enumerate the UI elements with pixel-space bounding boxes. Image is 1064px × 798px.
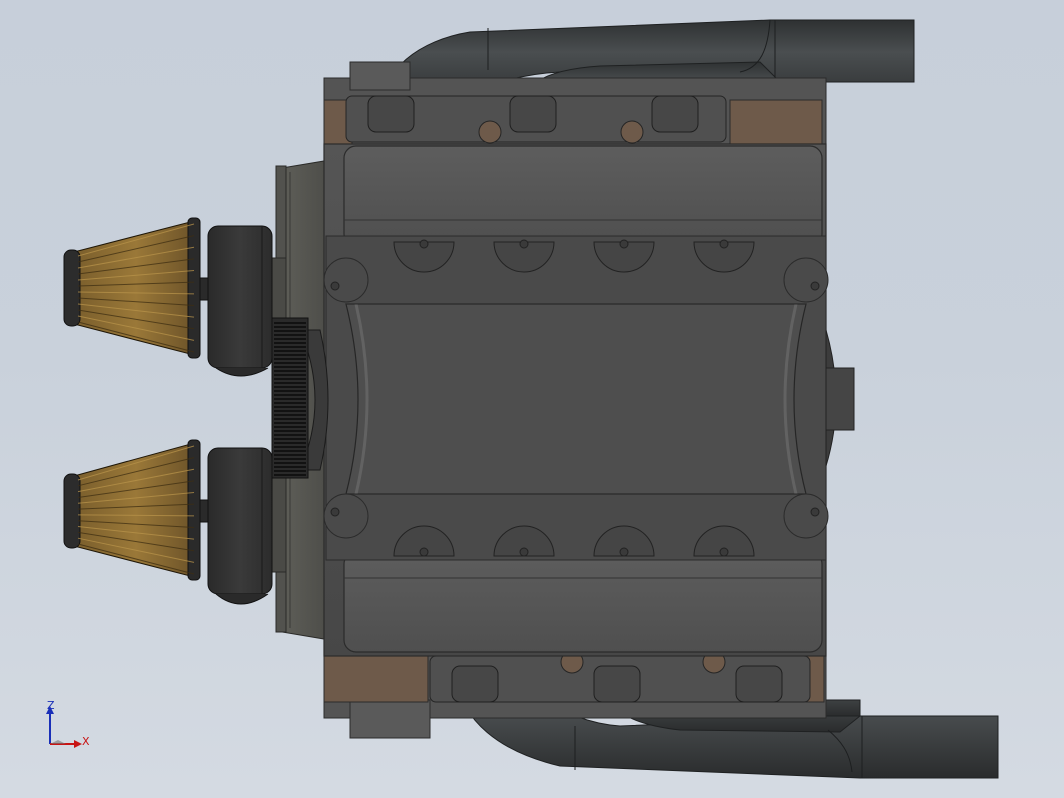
view-orientation-triad[interactable]: Z X xyxy=(36,696,106,766)
gear-tooth xyxy=(274,346,306,348)
gear-tooth xyxy=(274,374,306,376)
valve-cover-bottom[interactable] xyxy=(343,551,823,653)
air-filter-cone-upper[interactable] xyxy=(63,217,201,359)
gear-tooth xyxy=(274,338,306,340)
gear-tooth xyxy=(274,414,306,416)
gear-tooth xyxy=(274,370,306,372)
throttle-body-upper[interactable] xyxy=(195,225,273,377)
gear-tooth xyxy=(274,426,306,428)
gear-tooth xyxy=(274,386,306,388)
gear-tooth xyxy=(274,390,306,392)
x-axis-arrow-icon xyxy=(74,740,82,748)
gear-tooth xyxy=(274,330,306,332)
gear-tooth xyxy=(274,406,306,408)
throttle-body-lower[interactable] xyxy=(195,447,273,605)
gear-tooth xyxy=(274,454,306,456)
z-axis-label: Z xyxy=(47,699,55,712)
gear-tooth xyxy=(274,398,306,400)
air-filter-cone-lower[interactable] xyxy=(63,439,201,581)
y-axis-stub-icon xyxy=(50,740,66,744)
gear-tooth xyxy=(274,430,306,432)
gear-tooth xyxy=(274,362,306,364)
gear-tooth xyxy=(274,470,306,472)
gear-tooth xyxy=(274,326,306,328)
gear-tooth xyxy=(274,458,306,460)
gear-tooth xyxy=(274,402,306,404)
cad-graphics-viewport[interactable]: Z X xyxy=(0,0,1064,798)
gear-tooth xyxy=(274,466,306,468)
gear-tooth xyxy=(274,474,306,476)
gear-tooth xyxy=(274,450,306,452)
gear-tooth xyxy=(274,394,306,396)
intake-plenum[interactable] xyxy=(323,235,829,561)
gear-tooth xyxy=(274,358,306,360)
gear-tooth xyxy=(274,422,306,424)
gear-tooth xyxy=(274,334,306,336)
gear-tooth xyxy=(274,410,306,412)
gear-tooth xyxy=(274,378,306,380)
gear-tooth xyxy=(274,442,306,444)
gear-tooth xyxy=(274,342,306,344)
gear-tooth xyxy=(274,418,306,420)
gear-tooth xyxy=(274,350,306,352)
gear-tooth xyxy=(274,354,306,356)
crankshaft-nose[interactable] xyxy=(825,329,855,467)
x-axis-label: X xyxy=(82,735,90,748)
gear-tooth xyxy=(274,438,306,440)
gear-tooth xyxy=(274,434,306,436)
flywheel-ring-gear[interactable] xyxy=(271,317,329,479)
gear-tooth xyxy=(274,446,306,448)
gear-tooth xyxy=(274,382,306,384)
gear-tooth xyxy=(274,462,306,464)
gear-tooth xyxy=(274,366,306,368)
valve-cover-top[interactable] xyxy=(343,145,823,247)
gear-tooth xyxy=(274,322,306,324)
engine-model[interactable] xyxy=(0,0,1064,798)
